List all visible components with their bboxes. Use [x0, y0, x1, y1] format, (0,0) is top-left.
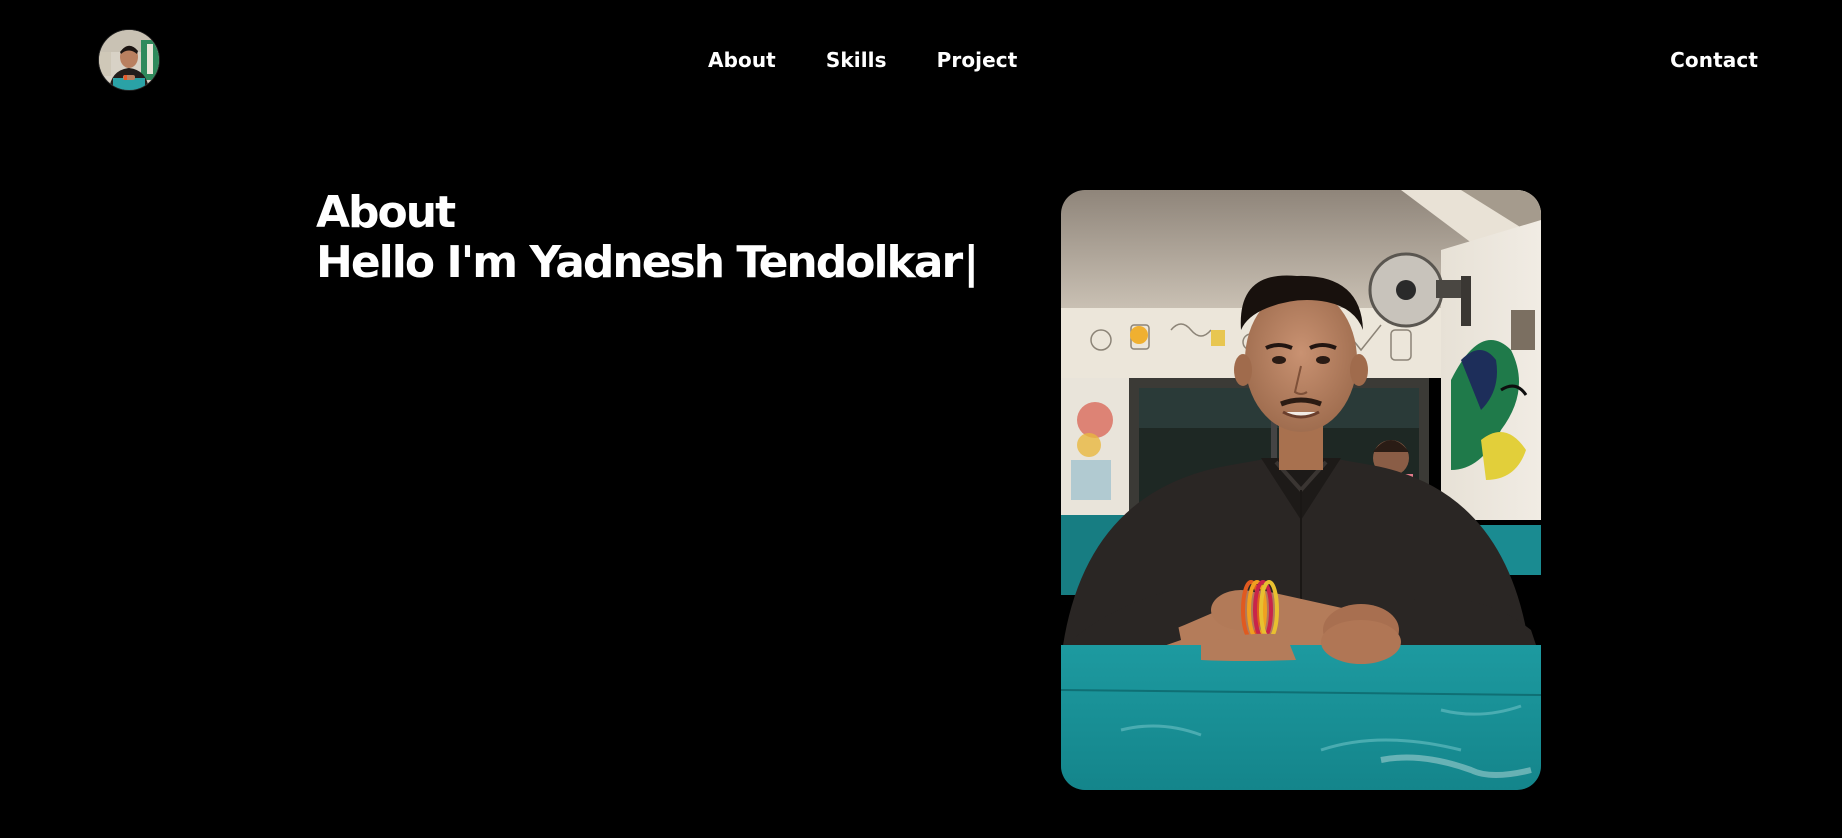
hero-section: About Hello I'm Yadnesh Tendolkar|	[316, 187, 979, 288]
nav-link-skills[interactable]: Skills	[826, 46, 887, 74]
portrait-image	[1061, 190, 1541, 790]
nav-link-contact[interactable]: Contact	[1670, 46, 1758, 74]
hero-title: About	[316, 187, 456, 238]
nav-link-about[interactable]: About	[708, 46, 776, 74]
avatar-logo[interactable]	[99, 30, 159, 90]
portrait-photo	[1061, 190, 1541, 790]
main-nav: About Skills Project	[708, 46, 1017, 74]
page: About Skills Project Contact About Hello…	[0, 0, 1842, 838]
avatar-image	[99, 30, 159, 90]
typing-cursor: |	[963, 237, 979, 288]
nav-link-project[interactable]: Project	[937, 46, 1018, 74]
hero-greeting-text: Hello I'm Yadnesh Tendolkar	[316, 237, 963, 288]
hero-greeting: Hello I'm Yadnesh Tendolkar|	[316, 237, 979, 288]
